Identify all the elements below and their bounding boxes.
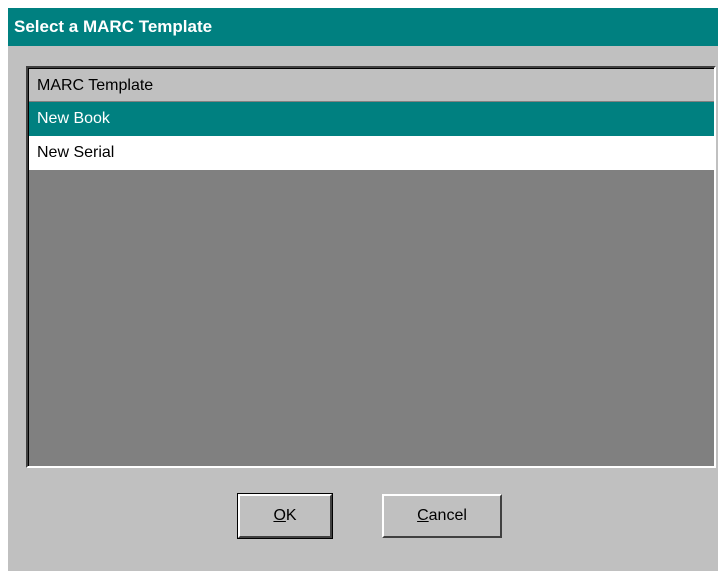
cancel-button[interactable]: Cancel (382, 494, 502, 538)
cancel-label-rest: ancel (428, 507, 467, 524)
listbox-frame: MARC Template New Book New Serial (28, 68, 714, 466)
ok-mnemonic: O (273, 507, 286, 524)
cancel-mnemonic: C (417, 507, 429, 524)
marc-template-dialog: Select a MARC Template MARC Template New… (6, 6, 718, 571)
list-column-header[interactable]: MARC Template (29, 69, 714, 102)
ok-button[interactable]: OK (237, 493, 333, 539)
ok-label-rest: K (285, 507, 297, 524)
dialog-title: Select a MARC Template (8, 8, 718, 46)
list-item-new-serial[interactable]: New Serial (29, 136, 714, 170)
marc-template-listbox[interactable]: MARC Template New Book New Serial (26, 66, 716, 468)
list-item-new-book[interactable]: New Book (29, 102, 714, 136)
